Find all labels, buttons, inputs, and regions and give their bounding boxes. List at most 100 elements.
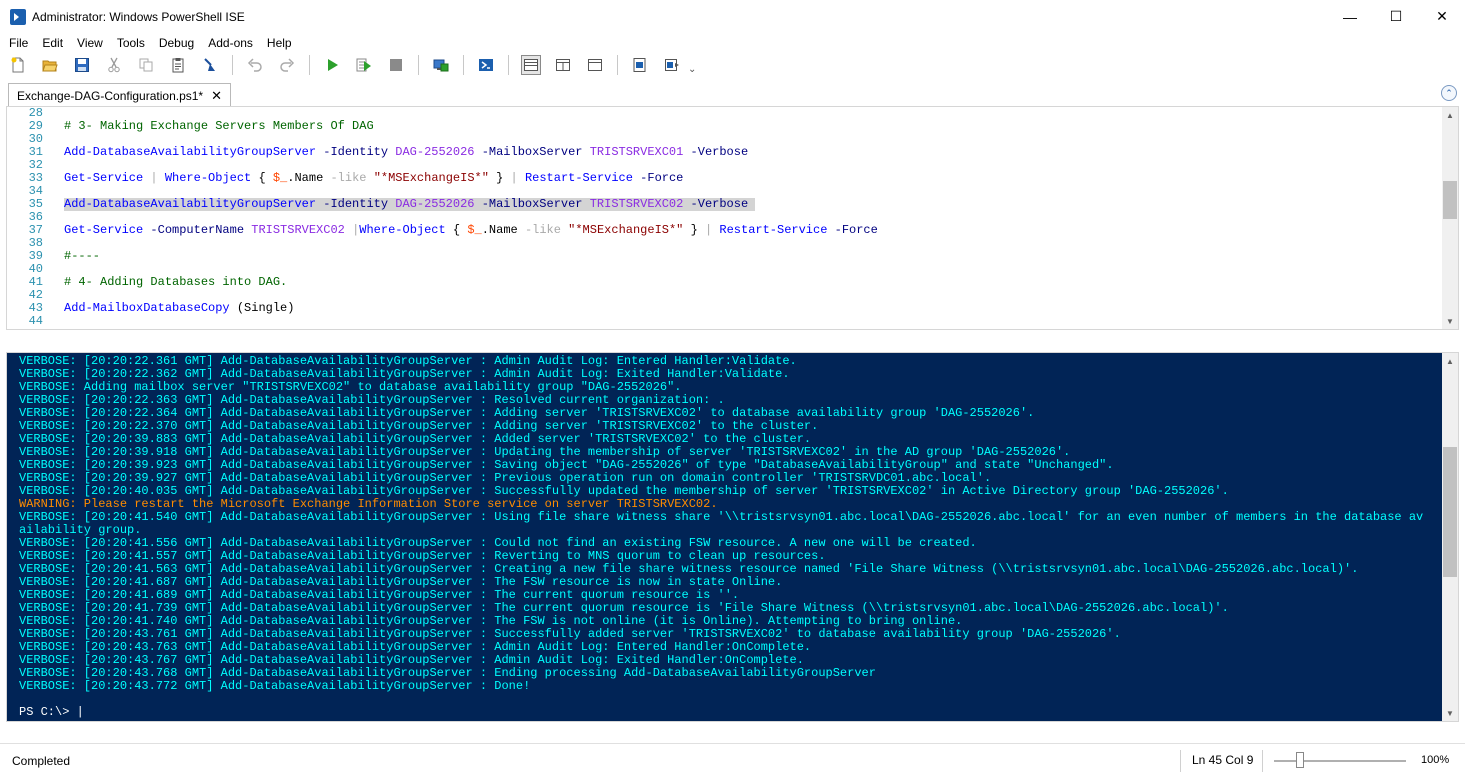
redo-button[interactable] bbox=[277, 55, 297, 75]
verbose-line: VERBOSE: [20:20:41.739 GMT] Add-Database… bbox=[19, 602, 1229, 615]
undo-button[interactable] bbox=[245, 55, 265, 75]
show-command-window-button[interactable] bbox=[630, 55, 650, 75]
maximize-button[interactable]: ☐ bbox=[1373, 0, 1419, 33]
undo-icon bbox=[247, 58, 262, 72]
code-text: Get-Service -ComputerName TRISTSRVEXC02 … bbox=[64, 224, 878, 237]
copy-button[interactable] bbox=[136, 55, 156, 75]
code-token: #---- bbox=[64, 249, 101, 263]
verbose-line: VERBOSE: [20:20:41.540 GMT] Add-Database… bbox=[19, 511, 1424, 524]
code-token: DAG-2552026 bbox=[395, 197, 475, 211]
console-pane[interactable]: VERBOSE: [20:20:22.361 GMT] Add-Database… bbox=[6, 352, 1459, 722]
clear-console-button[interactable] bbox=[200, 55, 220, 75]
warning-line: WARNING: Please restart the Microsoft Ex… bbox=[19, 498, 718, 511]
save-button[interactable] bbox=[72, 55, 92, 75]
menu-help[interactable]: Help bbox=[260, 33, 299, 53]
toolbar-separator bbox=[463, 55, 464, 75]
code-line: 29 # 3- Making Exchange Servers Members O… bbox=[7, 120, 1444, 133]
code-text: #---- bbox=[64, 250, 100, 263]
code-token: -Identity bbox=[323, 145, 389, 159]
code-token: Where-Object bbox=[164, 171, 252, 185]
code-token: # 3- Making Exchange Servers Members Of … bbox=[64, 119, 374, 133]
status-bar: Completed Ln 45 Col 9 100% bbox=[0, 743, 1465, 777]
console-scrollbar[interactable]: ▲ ▼ bbox=[1442, 353, 1458, 721]
stop-icon bbox=[390, 59, 402, 71]
new-document-icon bbox=[11, 57, 24, 73]
script-editor[interactable]: 28 29 # 3- Making Exchange Servers Members… bbox=[6, 106, 1459, 330]
menu-view[interactable]: View bbox=[70, 33, 110, 53]
play-icon bbox=[328, 59, 338, 71]
code-token: -Force bbox=[834, 223, 878, 237]
code-token: $_ bbox=[467, 223, 482, 237]
new-script-button[interactable] bbox=[8, 55, 28, 75]
verbose-line: ailability group. bbox=[19, 524, 142, 537]
cut-button[interactable] bbox=[104, 55, 124, 75]
minimize-button[interactable]: — bbox=[1327, 0, 1373, 33]
verbose-line: VERBOSE: [20:20:43.763 GMT] Add-Database… bbox=[19, 641, 812, 654]
toolbar-overflow-icon[interactable]: ⌄ bbox=[688, 64, 696, 75]
stop-button[interactable] bbox=[386, 55, 406, 75]
code-token: | bbox=[510, 171, 518, 185]
zoom-slider-thumb[interactable] bbox=[1296, 752, 1305, 768]
console-scroll-thumb[interactable] bbox=[1443, 447, 1457, 577]
code-token: { bbox=[445, 223, 468, 237]
zoom-slider-track[interactable] bbox=[1274, 760, 1406, 762]
code-token: } bbox=[488, 171, 511, 185]
code-line: 31 Add-DatabaseAvailabilityGroupServer -I… bbox=[7, 146, 1444, 159]
status-separator bbox=[1180, 750, 1181, 772]
verbose-line: VERBOSE: [20:20:22.361 GMT] Add-Database… bbox=[19, 355, 797, 368]
scroll-up-icon[interactable]: ▲ bbox=[1442, 107, 1458, 123]
layout-maximized-icon bbox=[588, 59, 602, 71]
menu-debug[interactable]: Debug bbox=[152, 33, 201, 53]
editor-scroll-thumb[interactable] bbox=[1443, 181, 1457, 219]
menu-add-ons[interactable]: Add-ons bbox=[201, 33, 260, 53]
menu-tools[interactable]: Tools bbox=[110, 33, 152, 53]
scroll-up-icon[interactable]: ▲ bbox=[1442, 353, 1458, 369]
start-powershell-button[interactable] bbox=[476, 55, 496, 75]
show-script-pane-top-button[interactable] bbox=[521, 55, 541, 75]
scissors-icon bbox=[108, 57, 120, 73]
pane-splitter[interactable] bbox=[0, 330, 1465, 352]
console-output: VERBOSE: [20:20:22.361 GMT] Add-Database… bbox=[19, 355, 1439, 719]
menu-file[interactable]: File bbox=[2, 33, 35, 53]
open-button[interactable] bbox=[40, 55, 60, 75]
script-lines: 28 29 # 3- Making Exchange Servers Members… bbox=[7, 107, 1444, 328]
layout-right-icon bbox=[556, 59, 570, 71]
new-remote-tab-button[interactable] bbox=[431, 55, 451, 75]
title-bar: Administrator: Windows PowerShell ISE — … bbox=[0, 0, 1465, 33]
verbose-line: VERBOSE: Adding mailbox server "TRISTSRV… bbox=[19, 381, 682, 394]
close-tab-icon[interactable]: ✕ bbox=[211, 88, 222, 104]
code-token: -Identity bbox=[323, 197, 389, 211]
collapse-script-pane-icon[interactable]: ⌃ bbox=[1441, 85, 1457, 101]
code-line: 44 bbox=[7, 315, 1444, 328]
verbose-line: VERBOSE: [20:20:22.363 GMT] Add-Database… bbox=[19, 394, 725, 407]
editor-scrollbar[interactable]: ▲ ▼ bbox=[1442, 107, 1458, 329]
close-button[interactable]: ✕ bbox=[1419, 0, 1465, 33]
run-script-button[interactable] bbox=[322, 55, 342, 75]
menu-edit[interactable]: Edit bbox=[35, 33, 70, 53]
paste-button[interactable] bbox=[168, 55, 188, 75]
run-selection-button[interactable] bbox=[354, 55, 374, 75]
show-command-addon-button[interactable] bbox=[662, 55, 682, 75]
toolbar-separator bbox=[232, 55, 233, 75]
show-script-pane-right-button[interactable] bbox=[553, 55, 573, 75]
code-line: 33 Get-Service | Where-Object { $_.Name -… bbox=[7, 172, 1444, 185]
verbose-line: VERBOSE: [20:20:39.927 GMT] Add-Database… bbox=[19, 472, 992, 485]
console-prompt[interactable]: PS C:\> | bbox=[19, 706, 1439, 719]
scroll-down-icon[interactable]: ▼ bbox=[1442, 313, 1458, 329]
code-token: TRISTSRVEXC02 bbox=[589, 197, 684, 211]
code-text: Add-DatabaseAvailabilityGroupServer -Ide… bbox=[64, 146, 748, 159]
scroll-down-icon[interactable]: ▼ bbox=[1442, 705, 1458, 721]
code-token: { bbox=[251, 171, 273, 185]
show-script-pane-maximized-button[interactable] bbox=[585, 55, 605, 75]
verbose-line: VERBOSE: [20:20:43.761 GMT] Add-Database… bbox=[19, 628, 1121, 641]
verbose-line: VERBOSE: [20:20:39.923 GMT] Add-Database… bbox=[19, 459, 1114, 472]
tab-exchange-dag-configuration[interactable]: Exchange-DAG-Configuration.ps1* ✕ bbox=[8, 83, 232, 107]
code-token: DAG-2552026 bbox=[395, 145, 475, 159]
code-token: | bbox=[150, 171, 158, 185]
